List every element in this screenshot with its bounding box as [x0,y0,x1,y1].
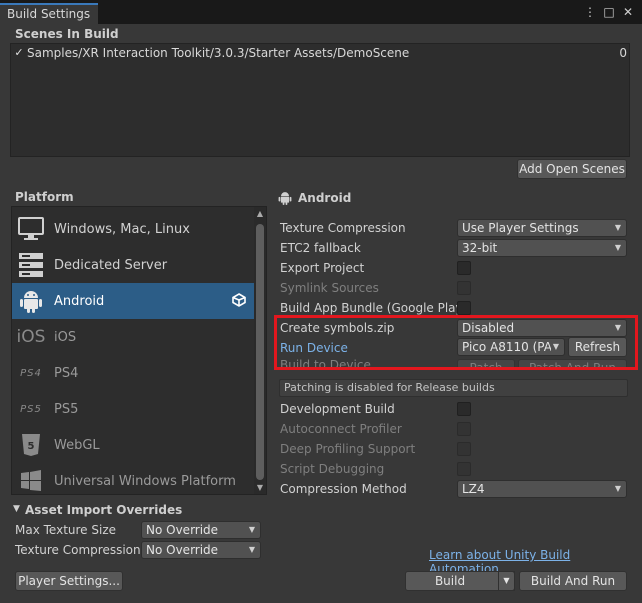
monitor-icon [17,215,45,243]
highlight-annotation [274,315,638,370]
build-app-bundle-checkbox[interactable] [457,301,471,315]
script-debugging-checkbox[interactable] [457,462,471,476]
ps5-icon: PS5 [20,403,42,415]
ios-icon: iOS [16,327,46,347]
override-texture-compression-label: Texture Compression [15,543,141,557]
platform-scroll-thumb[interactable] [256,224,264,480]
build-options-chevron-down-icon[interactable]: ▼ [498,571,515,591]
player-settings-button[interactable]: Player Settings... [15,571,123,591]
patching-info-box: Patching is disabled for Release builds [279,379,628,397]
scene-index: 0 [619,46,627,60]
etc2-fallback-value: 32-bit [462,241,498,255]
override-texture-compression-value: No Override [146,543,219,557]
development-build-checkbox[interactable] [457,402,471,416]
development-build-row: Development Build [280,399,630,419]
add-open-scenes-button[interactable]: Add Open Scenes [517,159,627,179]
foldout-arrow-icon[interactable]: ▼ [13,504,20,514]
html5-icon: 5 [17,431,45,459]
scroll-up-icon[interactable]: ▲ [254,208,266,220]
chevron-down-icon: ▼ [614,243,621,252]
max-texture-size-value: No Override [146,523,219,537]
unity-logo-icon [232,292,246,310]
scenes-in-build-header: Scenes In Build [15,27,119,41]
compression-method-label: Compression Method [280,482,407,496]
chevron-down-icon: ▼ [614,223,621,232]
max-texture-size-dropdown[interactable]: No Override ▼ [141,521,261,539]
scene-checkbox-checked[interactable]: ✓ [13,47,25,59]
build-and-run-button[interactable]: Build And Run [519,571,627,591]
platform-label: Windows, Mac, Linux [54,221,190,237]
windows-logo-icon [17,467,45,494]
symlink-sources-label: Symlink Sources [280,281,379,295]
chevron-down-icon: ▼ [248,545,255,554]
override-texture-compression-dropdown[interactable]: No Override ▼ [141,541,261,559]
platform-label: Universal Windows Platform [54,473,236,489]
texture-compression-value: Use Player Settings [462,221,579,235]
platform-label: Dedicated Server [54,257,168,273]
autoconnect-profiler-row: Autoconnect Profiler [280,419,630,439]
autoconnect-profiler-checkbox[interactable] [457,422,471,436]
android-header-icon [278,190,292,209]
symlink-sources-checkbox[interactable] [457,281,471,295]
ps4-icon: PS4 [20,367,42,379]
server-icon [17,251,45,279]
platform-label: WebGL [54,437,100,453]
window-tab-build-settings[interactable]: Build Settings [0,3,98,24]
build-app-bundle-label: Build App Bundle (Google Play) [280,301,468,315]
platform-header: Platform [15,190,74,204]
scene-path: Samples/XR Interaction Toolkit/3.0.3/Sta… [27,46,410,60]
scroll-down-icon[interactable]: ▼ [254,482,266,494]
platform-item-dedicated-server[interactable]: Dedicated Server [12,247,254,283]
android-icon [17,287,45,315]
window-controls: ⋮ □ ✕ [584,5,634,19]
symlink-sources-row: Symlink Sources [280,278,630,298]
scene-row[interactable]: ✓ Samples/XR Interaction Toolkit/3.0.3/S… [13,45,627,61]
export-project-row: Export Project [280,258,630,278]
svg-text:5: 5 [28,441,35,452]
development-build-label: Development Build [280,402,395,416]
platform-item-ios[interactable]: iOS iOS [12,319,254,355]
deep-profiling-label: Deep Profiling Support [280,442,416,456]
compression-method-value: LZ4 [462,482,485,496]
close-icon[interactable]: ✕ [622,5,634,19]
chevron-down-icon: ▼ [248,525,255,534]
texture-compression-dropdown[interactable]: Use Player Settings ▼ [457,219,627,237]
etc2-fallback-label: ETC2 fallback [280,241,361,255]
asset-import-overrides-header[interactable]: Asset Import Overrides [25,503,182,517]
script-debugging-row: Script Debugging [280,459,630,479]
chevron-down-icon: ▼ [614,484,621,493]
platform-item-ps4[interactable]: PS4 PS4 [12,355,254,391]
texture-compression-label: Texture Compression [280,221,406,235]
platform-label: Android [54,293,105,309]
script-debugging-label: Script Debugging [280,462,385,476]
android-settings-header: Android [298,191,352,205]
platform-item-android[interactable]: Android [12,283,254,319]
export-project-label: Export Project [280,261,365,275]
export-project-checkbox[interactable] [457,261,471,275]
compression-method-dropdown[interactable]: LZ4 ▼ [457,480,627,498]
platform-list: Windows, Mac, Linux Dedicated Server And… [11,206,267,495]
deep-profiling-checkbox[interactable] [457,442,471,456]
platform-item-windows-mac-linux[interactable]: Windows, Mac, Linux [12,211,254,247]
deep-profiling-row: Deep Profiling Support [280,439,630,459]
autoconnect-profiler-label: Autoconnect Profiler [280,422,402,436]
platform-label: PS4 [54,365,79,381]
platform-label: PS5 [54,401,79,417]
platform-item-ps5[interactable]: PS5 PS5 [12,391,254,427]
maximize-icon[interactable]: □ [603,5,615,19]
kebab-icon[interactable]: ⋮ [584,5,596,19]
etc2-fallback-dropdown[interactable]: 32-bit ▼ [457,239,627,257]
platform-label: iOS [54,329,77,345]
platform-item-webgl[interactable]: 5 WebGL [12,427,254,463]
max-texture-size-label: Max Texture Size [15,523,116,537]
platform-item-uwp[interactable]: Universal Windows Platform [12,463,254,494]
